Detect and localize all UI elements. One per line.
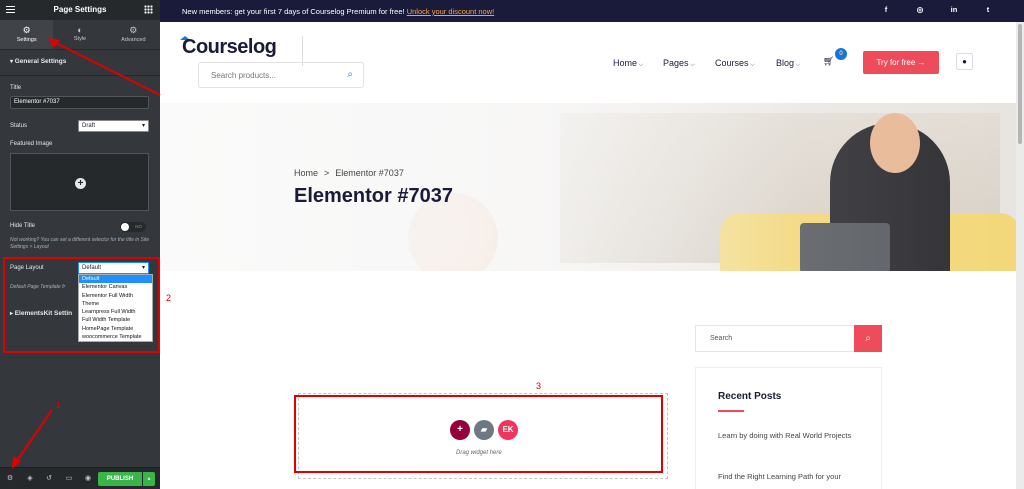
- annotation-label-2: 2: [166, 293, 172, 303]
- arrow-to-settings-button: [13, 409, 53, 466]
- annotation-box-drop-area: [294, 395, 663, 473]
- annotation-label-3: 3: [536, 381, 542, 391]
- annotation-box-page-layout: [3, 257, 160, 353]
- annotation-label-1: 1: [56, 400, 62, 410]
- arrow-to-settings-tab: [49, 39, 161, 96]
